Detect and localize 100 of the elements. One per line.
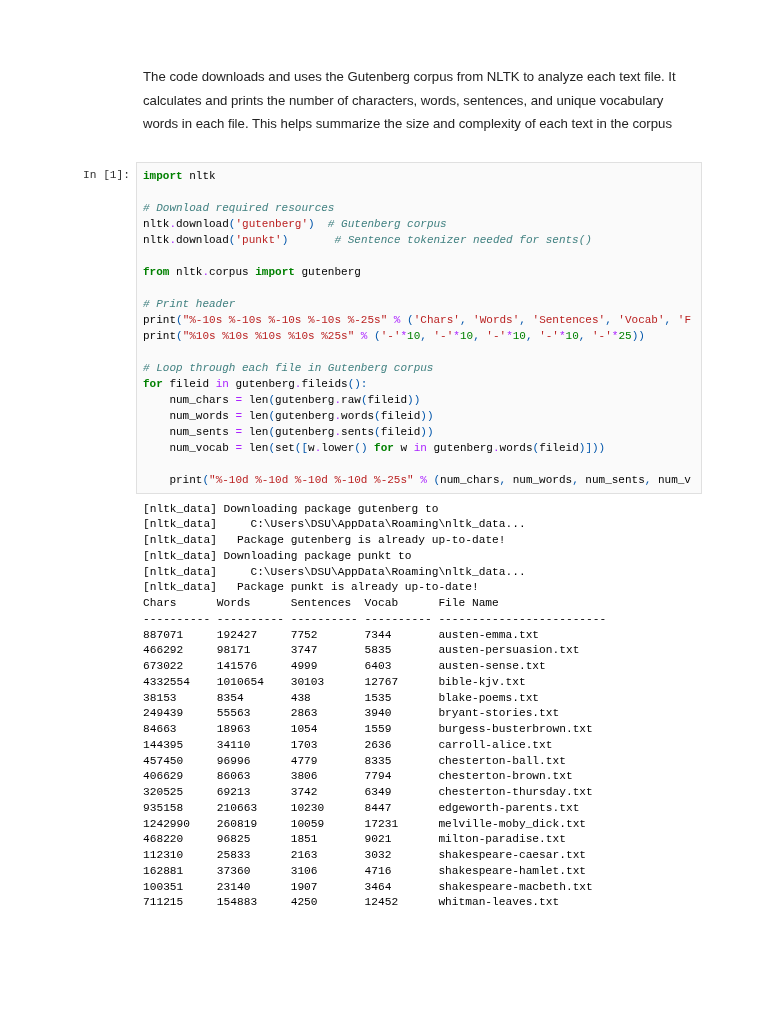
table-cell-text: 8335 [364, 753, 393, 769]
table-cell-text: 8354 [216, 690, 245, 706]
table-cell-text: burgess-busterbrown.txt [438, 722, 594, 737]
table-cell-text: melville-moby_dick.txt [438, 816, 588, 832]
table-cell-text: 18963 [216, 722, 252, 737]
table-cell-text: shakespeare-macbeth.txt [438, 879, 594, 895]
table-cell-text: 1703 [290, 737, 319, 753]
log-line: [nltk_data] Package punkt is already up-to-date! [143, 580, 480, 596]
table-cell-text: 1242990 [143, 816, 191, 832]
code-line: import nltk [143, 168, 216, 184]
table-cell-text: 935158 [143, 800, 185, 816]
log-line: [nltk_data] Downloading package gutenberg to [143, 501, 440, 517]
table-cell-text: 210663 [216, 800, 259, 816]
table-cell-text: 8447 [364, 800, 393, 816]
table-cell-text: 86063 [216, 769, 252, 785]
column-header: Sentences [290, 596, 353, 611]
code-line: num_chars = len(gutenberg.raw(fileid)) [168, 392, 421, 408]
table-cell-text: 25833 [216, 848, 252, 863]
table-cell-text: 1559 [364, 722, 393, 737]
table-cell-text: 154883 [216, 895, 259, 911]
table-cell-text: 4999 [290, 659, 319, 674]
table-cell-text: 3742 [290, 785, 319, 800]
code-line: nltk.download('punkt') # Sentence tokenizer needed for sents() [143, 232, 592, 248]
table-cell-text: 673022 [143, 659, 185, 674]
table-cell-text: 4716 [364, 863, 393, 879]
code-line: print("%-10s %-10s %-10s %-10s %-25s" % ('Chars', 'Words', 'Sentences', 'Vocab', 'F [143, 312, 691, 328]
table-cell-text: 4779 [290, 753, 319, 769]
table-cell-text: milton-paradise.txt [438, 832, 567, 848]
table-cell-text: 1851 [290, 832, 319, 848]
description-text: The code downloads and uses the Gutenberg corpus from NLTK to analyze each text file. It calculates and prints the number of characters, words, sentences, and unique vocabulary words in each file. This helps summarize the size and complexity of each text in the corpus [143, 68, 677, 133]
table-cell-text: austen-emma.txt [438, 627, 541, 643]
table-cell-text: 6403 [364, 659, 393, 674]
table-cell-text: bible-kjv.txt [438, 674, 527, 690]
table-cell-text: 55563 [216, 706, 252, 722]
code-line: print("%10s %10s %10s %10s %25s" % ('-'*10, '-'*10, '-'*10, '-'*10, '-'*25)) [143, 328, 645, 344]
table-cell-text: 144395 [143, 737, 185, 753]
table-cell-text: 3940 [364, 706, 393, 722]
table-cell-text: 3464 [364, 879, 393, 895]
table-cell-text: 1535 [364, 690, 393, 706]
code-line: # Download required resources [143, 200, 335, 216]
table-cell-text: 7344 [364, 627, 393, 643]
table-cell-text: 100351 [143, 879, 185, 895]
table-cell-text: 112310 [143, 848, 185, 863]
table-cell-text: 12452 [364, 895, 400, 911]
table-cell-text: shakespeare-hamlet.txt [438, 863, 588, 879]
header-rule: ------------------------- [438, 611, 608, 627]
table-cell-text: 5835 [364, 643, 393, 659]
table-cell-text: austen-sense.txt [438, 659, 547, 674]
table-cell-text: 3806 [290, 769, 319, 785]
code-line: num_words = len(gutenberg.words(fileid)) [168, 408, 434, 424]
table-cell-text: 1010654 [216, 674, 265, 690]
table-cell-text: 3106 [290, 863, 319, 879]
table-cell-text: 438 [290, 690, 312, 706]
table-cell-text: 10059 [290, 816, 326, 832]
table-cell-text: 23140 [216, 879, 252, 895]
table-cell-text: edgeworth-parents.txt [438, 800, 581, 816]
table-cell-text: carroll-alice.txt [438, 737, 554, 753]
header-rule: ---------- [290, 611, 359, 627]
code-line: for fileid in gutenberg.fileids(): [143, 376, 368, 392]
table-cell-text: 249439 [143, 706, 185, 722]
log-line: [nltk_data] Downloading package punkt to [143, 548, 413, 564]
table-cell-text: 12767 [364, 674, 400, 690]
table-cell-text: 96996 [216, 753, 252, 769]
table-cell-text: 4250 [290, 895, 319, 911]
code-line: num_sents = len(gutenberg.sents(fileid)) [168, 424, 434, 440]
table-cell-text: 2636 [364, 737, 393, 753]
table-cell-text: 406629 [143, 769, 185, 785]
table-cell-text: 10230 [290, 800, 326, 816]
code-line: # Loop through each file in Gutenberg corpus [143, 360, 434, 376]
table-cell-text: austen-persuasion.txt [438, 643, 581, 659]
table-cell-text: 84663 [143, 722, 178, 737]
table-cell-text: chesterton-thursday.txt [438, 785, 594, 800]
table-cell-text: 468220 [143, 832, 185, 848]
table-cell-text: 1907 [290, 879, 319, 895]
header-rule: ---------- [364, 611, 433, 627]
table-cell-text: 3747 [290, 643, 319, 659]
column-header: Chars [143, 596, 178, 611]
table-cell-text: 98171 [216, 643, 252, 659]
code-line: nltk.download('gutenberg') # Gutenberg corpus [143, 216, 447, 232]
table-cell-text: 711215 [143, 895, 185, 911]
table-cell-text: blake-poems.txt [438, 690, 541, 706]
table-cell-text: bryant-stories.txt [438, 706, 561, 722]
table-cell-text: 887071 [143, 627, 185, 643]
table-cell-text: 7794 [364, 769, 393, 785]
table-cell-text: 37360 [216, 863, 252, 879]
table-cell-text: chesterton-brown.txt [438, 769, 574, 785]
code-line: # Print header [143, 296, 236, 312]
table-cell-text: 3032 [364, 848, 393, 863]
table-cell-text: 69213 [216, 785, 252, 800]
table-cell-text: 38153 [143, 690, 178, 706]
table-cell-text: whitman-leaves.txt [438, 895, 561, 911]
code-line: from nltk.corpus import gutenberg [143, 264, 361, 280]
table-cell-text: 1054 [290, 722, 319, 737]
table-cell-text: 260819 [216, 816, 259, 832]
table-cell-text: 96825 [216, 832, 252, 848]
column-header: Vocab [364, 596, 400, 611]
table-cell-text: 320525 [143, 785, 185, 800]
table-cell-text: 30103 [290, 674, 326, 690]
code-cell[interactable] [136, 161, 702, 494]
code-line: num_vocab = len(set([w.lower() for w in gutenberg.words(fileid)])) [168, 440, 606, 456]
